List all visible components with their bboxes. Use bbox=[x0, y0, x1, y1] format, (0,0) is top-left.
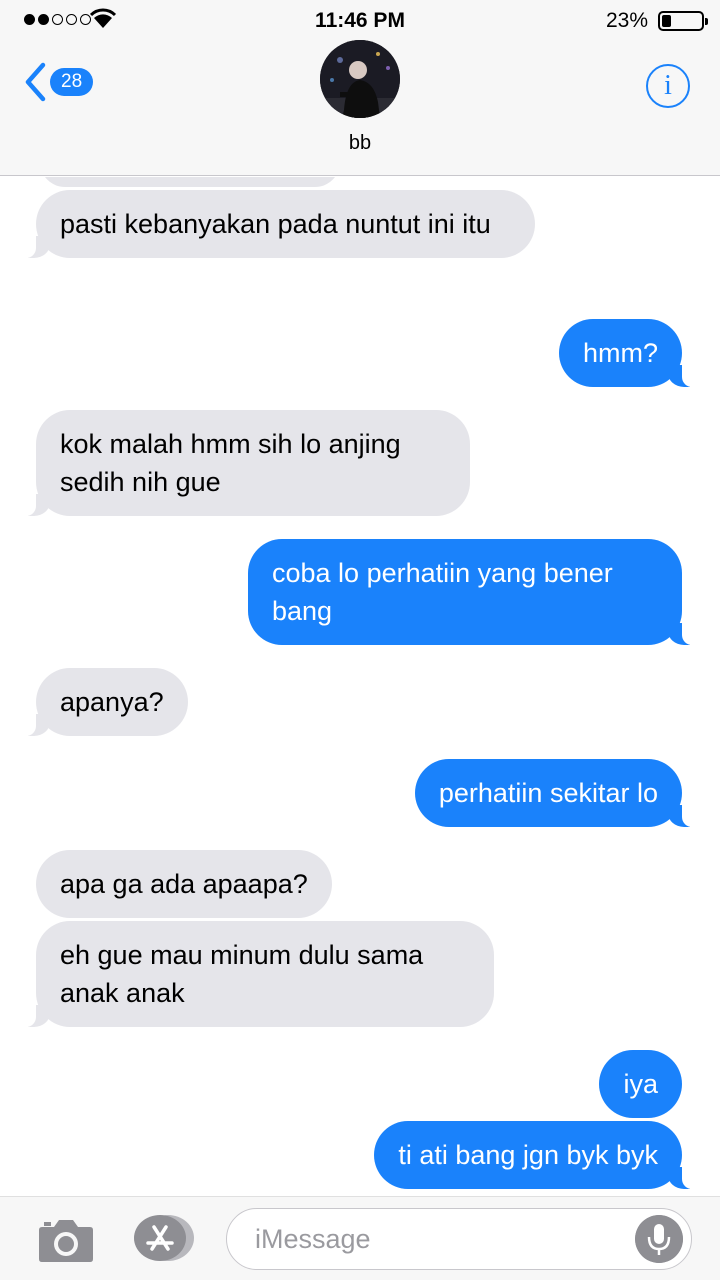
message-text: hmm? bbox=[582, 338, 658, 368]
message-bubble-incoming: kok malah hmm sih lo anjing sedih nih gu… bbox=[22, 410, 470, 516]
battery-percentage: 23% bbox=[605, 9, 648, 32]
message-bubble-outgoing: ti ati bang jgn byk byk bbox=[374, 1121, 696, 1189]
info-button[interactable]: i bbox=[646, 64, 690, 108]
message-input-placeholder: iMessage bbox=[255, 1224, 371, 1254]
message-bubble-outgoing: perhatiin sekitar lo bbox=[414, 759, 697, 827]
camera-icon[interactable] bbox=[38, 1217, 94, 1263]
message-bubble-partial bbox=[40, 177, 340, 187]
message-input[interactable]: iMessage bbox=[226, 1208, 692, 1270]
message-text: ti ati bang jgn byk byk bbox=[398, 1140, 658, 1170]
message-bubble-incoming: eh gue mau minum dulu sama anak anak bbox=[22, 921, 494, 1027]
unread-count-badge: 28 bbox=[50, 68, 94, 96]
message-text: eh gue mau minum dulu sama anak anak bbox=[60, 940, 424, 1008]
message-thread[interactable]: pasti kebanyakan pada nuntut ini itu hmm… bbox=[0, 177, 720, 1195]
avatar-photo bbox=[320, 40, 400, 118]
message-bubble-outgoing: iya bbox=[599, 1050, 682, 1118]
message-bubble-outgoing: coba lo perhatiin yang bener bang bbox=[248, 539, 696, 645]
message-text: pasti kebanyakan pada nuntut ini itu bbox=[60, 209, 491, 239]
back-button[interactable]: 28 bbox=[24, 62, 94, 102]
conversation-header: 28 bb i bbox=[0, 40, 720, 176]
battery-icon bbox=[658, 11, 708, 31]
message-bubble-incoming: pasti kebanyakan pada nuntut ini itu bbox=[22, 190, 535, 258]
message-text: kok malah hmm sih lo anjing sedih nih gu… bbox=[60, 429, 401, 497]
contact-name[interactable]: bb bbox=[0, 132, 720, 155]
info-icon: i bbox=[664, 70, 672, 101]
contact-avatar[interactable] bbox=[320, 40, 400, 118]
status-bar: 11:46 PM 23% bbox=[0, 0, 720, 40]
composer-bar: iMessage bbox=[0, 1196, 720, 1280]
battery-level-fill bbox=[662, 15, 671, 27]
message-bubble-incoming: apa ga ada apaapa? bbox=[36, 850, 332, 918]
message-text: apanya? bbox=[60, 687, 164, 717]
message-text: apa ga ada apaapa? bbox=[60, 869, 308, 899]
message-text: perhatiin sekitar lo bbox=[438, 778, 658, 808]
message-text: coba lo perhatiin yang bener bang bbox=[272, 558, 613, 626]
message-text: iya bbox=[623, 1069, 658, 1099]
back-chevron-icon bbox=[25, 62, 46, 102]
message-bubble-incoming: apanya? bbox=[22, 668, 188, 736]
app-store-icon[interactable] bbox=[130, 1214, 196, 1262]
message-bubble-outgoing: hmm? bbox=[558, 319, 697, 387]
microphone-icon[interactable] bbox=[635, 1215, 683, 1263]
